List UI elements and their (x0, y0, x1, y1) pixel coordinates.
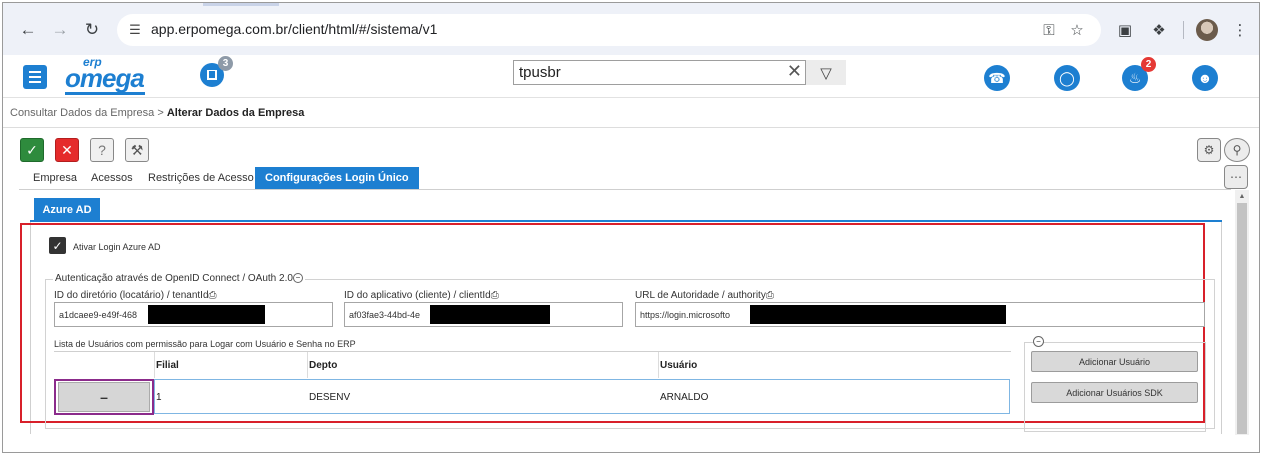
copy-authority-icon[interactable]: ⎙ (766, 290, 774, 301)
column-header-filial[interactable]: Filial (156, 360, 179, 371)
hamburger-menu-icon[interactable] (23, 65, 47, 89)
address-bar[interactable]: ☰ app.erpomega.com.br/client/html/#/sist… (117, 14, 1101, 46)
logo-underline (65, 92, 145, 95)
screenshot-frame: ← → ↻ ☰ app.erpomega.com.br/client/html/… (2, 2, 1260, 453)
cancel-x-icon[interactable]: ✕ (55, 138, 79, 162)
support-headset-icon[interactable]: ☎ (984, 65, 1010, 91)
chat-icon[interactable]: ◯ (1054, 65, 1080, 91)
openid-section-title: Autenticação através de OpenID Connect /… (53, 273, 305, 284)
active-tab-indicator (203, 3, 279, 6)
tab-acessos[interactable]: Acessos (85, 167, 139, 189)
tab-configuracoes-login-unico[interactable]: Configurações Login Único (255, 167, 419, 189)
enable-azure-login-checkbox[interactable]: ✓ (49, 237, 66, 254)
logo-omega-text: omega (65, 63, 145, 93)
cell-depto: DESENV (309, 392, 351, 403)
cell-filial: 1 (156, 392, 162, 403)
breadcrumb-parent[interactable]: Consultar Dados da Empresa (10, 107, 154, 119)
help-question-icon[interactable]: ? (90, 138, 114, 162)
redaction-bar (750, 305, 1006, 324)
column-header-depto[interactable]: Depto (309, 360, 337, 371)
breadcrumb-current: Alterar Dados da Empresa (166, 107, 305, 119)
search-input[interactable] (519, 63, 779, 82)
authority-url-label-text: URL de Autoridade / authority (635, 290, 766, 301)
puzzle-icon[interactable]: ❖ (1149, 20, 1169, 40)
confirm-check-icon[interactable]: ✓ (20, 138, 44, 162)
grid-column-separator (307, 352, 308, 378)
settings-gear-icon[interactable]: ⚙ (1197, 138, 1221, 162)
tenant-id-label-text: ID do diretório (locatário) / tenantId (54, 290, 209, 301)
alerts-count-badge: 2 (1141, 57, 1156, 72)
openid-section-title-text: Autenticação através de OpenID Connect /… (55, 273, 293, 284)
add-user-button[interactable]: Adicionar Usuário (1031, 351, 1198, 372)
breadcrumb: Consultar Dados da Empresa > Alterar Dad… (10, 107, 304, 119)
address-url[interactable]: app.erpomega.com.br/client/html/#/sistem… (151, 21, 437, 37)
bookmark-star-icon[interactable]: ☆ (1067, 20, 1087, 40)
client-id-label-text: ID do aplicativo (cliente) / clientId (344, 290, 491, 301)
reload-icon[interactable]: ↻ (81, 19, 103, 41)
site-settings-icon[interactable]: ☰ (125, 20, 145, 40)
cell-usuario: ARNALDO (660, 392, 709, 403)
tenant-id-label: ID do diretório (locatário) / tenantId⎙ (54, 290, 217, 301)
authority-url-label: URL de Autoridade / authority⎙ (635, 290, 774, 301)
grid-column-separator (154, 352, 155, 378)
extension-icon[interactable]: ▣ (1115, 20, 1135, 40)
key-icon[interactable]: ⚿ (1039, 20, 1059, 40)
tab-restricoes-acesso[interactable]: Restrições de Acesso (142, 167, 260, 189)
grid-column-separator (658, 352, 659, 378)
redaction-bar (148, 305, 265, 324)
scrollbar-thumb[interactable] (1237, 203, 1247, 434)
enable-azure-login-label: Ativar Login Azure AD (73, 242, 161, 252)
copy-tenant-icon[interactable]: ⎙ (209, 290, 217, 301)
toolbar-separator (1183, 21, 1184, 39)
clear-search-icon[interactable]: ✕ (787, 61, 802, 82)
back-icon[interactable]: ← (17, 19, 39, 41)
user-account-icon[interactable]: ☻ (1192, 65, 1218, 91)
grid-top-border (54, 351, 1011, 352)
tab-empresa[interactable]: Empresa (27, 167, 83, 189)
zoom-search-icon[interactable]: ⚲ (1224, 138, 1250, 162)
column-header-usuario[interactable]: Usuário (660, 360, 697, 371)
collapse-minus-icon[interactable]: − (292, 273, 303, 284)
collapse-actions-icon[interactable]: − (1033, 336, 1044, 347)
browser-chrome: ← → ↻ ☰ app.erpomega.com.br/client/html/… (3, 3, 1259, 55)
more-options-icon[interactable]: ⋯ (1224, 165, 1248, 189)
kebab-menu-icon[interactable]: ⋮ (1230, 20, 1250, 40)
copy-client-icon[interactable]: ⎙ (491, 290, 499, 301)
subtab-azure-ad[interactable]: Azure AD (34, 198, 100, 221)
add-sdk-users-button[interactable]: Adicionar Usuários SDK (1031, 382, 1198, 403)
breadcrumb-separator: > (157, 107, 164, 119)
forward-icon[interactable]: → (49, 19, 71, 41)
wrench-icon[interactable]: ⚒ (125, 138, 149, 162)
profile-avatar[interactable] (1196, 19, 1218, 41)
breadcrumb-divider (3, 127, 1259, 128)
filter-icon[interactable]: ▽ (806, 60, 846, 85)
app-header: erp omega 3 ✕ ▽ ☎ ◯ ♨ 2 ☻ (3, 55, 1259, 98)
users-list-label: Lista de Usuários com permissão para Log… (54, 339, 356, 349)
remove-row-button[interactable]: – (58, 382, 150, 412)
search-field[interactable]: ✕ (513, 60, 806, 85)
redaction-bar (430, 305, 550, 324)
client-id-label: ID do aplicativo (cliente) / clientId⎙ (344, 290, 499, 301)
scroll-up-arrow-icon[interactable]: ▲ (1237, 192, 1247, 200)
tabs-divider (19, 189, 1231, 190)
table-row[interactable] (154, 379, 1010, 414)
notification-count-badge: 3 (218, 56, 233, 71)
